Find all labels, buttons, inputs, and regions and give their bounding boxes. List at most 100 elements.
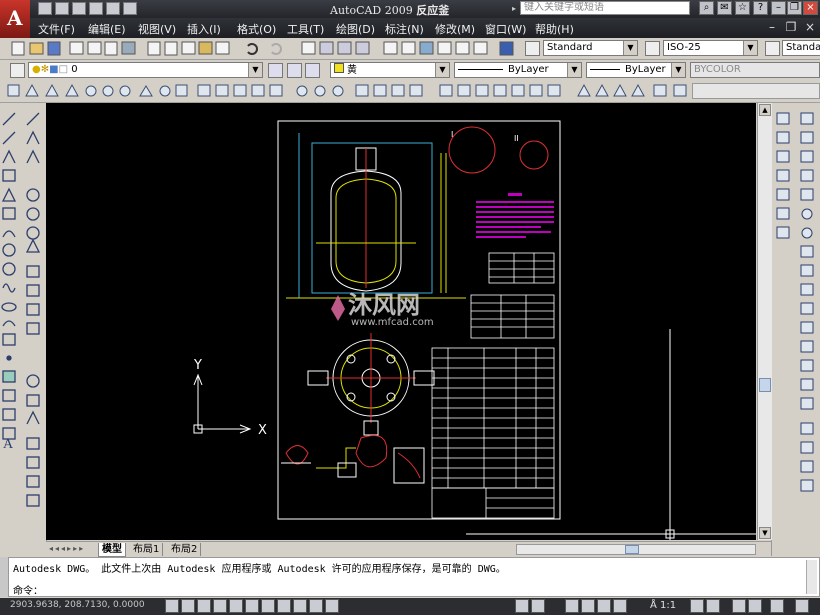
dimension-style-icon[interactable] <box>645 41 660 56</box>
favorites-icon[interactable]: ☆ <box>735 1 750 15</box>
ducs-toggle-icon[interactable] <box>261 599 275 613</box>
reactor-elevation-view <box>286 133 466 299</box>
grid-toggle-icon[interactable] <box>181 599 195 613</box>
draw-toolbar-icons[interactable]: A <box>0 108 46 518</box>
text-style-dropdown[interactable]: Standard ▼ <box>543 40 638 56</box>
dyn-toggle-icon[interactable] <box>277 599 291 613</box>
menu-tools[interactable]: 工具(T) <box>287 21 324 37</box>
text-style-icon[interactable] <box>525 41 540 56</box>
showmotion-icon[interactable] <box>613 599 627 613</box>
color-dropdown[interactable]: 黄 ▼ <box>330 62 450 78</box>
minimize-app-icon[interactable]: – <box>771 1 786 15</box>
pan-icon[interactable] <box>565 599 579 613</box>
command-window[interactable]: Autodesk DWG。 此文件上次由 Autodesk 应用程序或 Auto… <box>8 557 820 597</box>
otrack-toggle-icon[interactable] <box>245 599 259 613</box>
communication-center-icon[interactable]: ✉ <box>717 1 732 15</box>
command-scrollbar[interactable] <box>806 560 817 594</box>
lock-icon[interactable] <box>748 599 762 613</box>
layer-manager-icon[interactable] <box>10 63 25 78</box>
coordinates-readout[interactable]: 2903.9638, 208.7130, 0.0000 <box>10 600 145 610</box>
polar-toggle-icon[interactable] <box>213 599 227 613</box>
close-app-icon[interactable]: × <box>803 1 818 15</box>
tray-settings-icon[interactable] <box>770 599 784 613</box>
menu-draw[interactable]: 绘图(D) <box>336 21 375 37</box>
model-space-icon[interactable] <box>325 599 339 613</box>
close-drawing-icon[interactable]: × <box>802 20 818 34</box>
steeringwheel-icon[interactable] <box>597 599 611 613</box>
command-prompt[interactable]: 命令： <box>13 582 43 597</box>
menu-dimension[interactable]: 标注(N) <box>385 21 424 37</box>
help-icon[interactable]: ? <box>753 1 768 15</box>
search-input[interactable]: 键入关键字或短语 <box>520 1 690 15</box>
search-icon[interactable]: ⌕ <box>699 1 714 15</box>
snap-toggle-icon[interactable] <box>165 599 179 613</box>
layer-freeze-icon: ✻ <box>40 64 50 75</box>
lineweight-toggle-icon[interactable] <box>293 599 307 613</box>
scroll-up-icon[interactable]: ▲ <box>759 104 771 116</box>
drawing-canvas[interactable]: I II 沐风网 www.mfcad.com Y X <box>46 103 756 540</box>
vertical-scrollbar[interactable]: ▲ ▼ <box>757 103 772 540</box>
layout-icon[interactable] <box>531 599 545 613</box>
tab-layout1[interactable]: 布局1 <box>130 543 164 556</box>
linetype-sample <box>458 68 503 70</box>
tab-navigation-icons[interactable]: ◂◂◂▸▸▸ <box>49 544 97 555</box>
command-grip[interactable] <box>0 557 8 597</box>
menu-window[interactable]: 窗口(W) <box>485 21 526 37</box>
workspace-switch-icon[interactable] <box>732 599 746 613</box>
horizontal-scrollbar[interactable] <box>516 544 756 555</box>
menu-edit[interactable]: 编辑(E) <box>88 21 126 37</box>
osnap-toggle-icon[interactable] <box>229 599 243 613</box>
reactor-plan-view <box>307 333 435 436</box>
table-style-icon[interactable] <box>765 41 780 56</box>
drawing-content: I II 沐风网 www.mfcad.com Y X <box>193 120 756 540</box>
open-icon[interactable] <box>55 2 69 15</box>
menu-insert[interactable]: 插入(I) <box>187 21 221 37</box>
linetype-value: ByLayer <box>508 64 549 75</box>
visual-style-dropdown[interactable] <box>692 83 820 99</box>
minimize-drawing-icon[interactable]: – <box>764 20 780 34</box>
make-current-layer-icon[interactable] <box>268 63 283 78</box>
save-icon[interactable] <box>72 2 86 15</box>
restore-drawing-icon[interactable]: ❐ <box>783 20 799 34</box>
horizontal-scroll-thumb[interactable] <box>625 545 639 554</box>
tab-model[interactable]: 模型 <box>98 543 126 557</box>
menu-file[interactable]: 文件(F) <box>38 21 75 37</box>
layer-previous-icon[interactable] <box>287 63 302 78</box>
undo-icon[interactable] <box>106 2 120 15</box>
menu-modify[interactable]: 修改(M) <box>435 21 475 37</box>
standard-toolbar-icons[interactable] <box>0 38 520 59</box>
ucs-y-label: Y <box>193 358 202 373</box>
tab-layout2[interactable]: 布局2 <box>168 543 202 556</box>
linetype-dropdown[interactable]: ByLayer ▼ <box>454 62 582 78</box>
clean-screen-icon[interactable] <box>795 599 809 613</box>
3d-toolbar-icons[interactable] <box>0 81 700 102</box>
new-icon[interactable] <box>38 2 52 15</box>
menu-view[interactable]: 视图(V) <box>138 21 176 37</box>
qp-toggle-icon[interactable] <box>309 599 323 613</box>
zoom-icon[interactable] <box>581 599 595 613</box>
dimension-style-dropdown[interactable]: ISO-25 ▼ <box>663 40 758 56</box>
ortho-toggle-icon[interactable] <box>197 599 211 613</box>
detail-label-2: II <box>514 134 519 143</box>
menu-format[interactable]: 格式(O) <box>237 21 276 37</box>
model-layout-icon[interactable] <box>515 599 529 613</box>
scroll-down-icon[interactable]: ▼ <box>759 527 771 539</box>
layer-dropdown[interactable]: ●✻■□ 0 ▼ <box>28 62 263 78</box>
technical-notes-block <box>476 193 554 238</box>
menu-help[interactable]: 帮助(H) <box>535 21 574 37</box>
annotation-visibility-icon[interactable] <box>690 599 704 613</box>
layer-states-icon[interactable] <box>305 63 320 78</box>
lineweight-value: ByLayer <box>625 64 666 75</box>
redo-icon[interactable] <box>123 2 137 15</box>
lineweight-dropdown[interactable]: ByLayer ▼ <box>586 62 686 78</box>
application-logo[interactable]: A <box>0 0 30 38</box>
modify-toolbar-icons[interactable] <box>772 108 820 508</box>
scroll-thumb[interactable] <box>759 378 771 392</box>
title-app: AutoCAD 2009 <box>330 4 413 17</box>
restore-app-icon[interactable]: ❐ <box>787 1 802 15</box>
print-icon[interactable] <box>89 2 103 15</box>
auto-scale-icon[interactable] <box>706 599 720 613</box>
table-style-dropdown[interactable]: Standard <box>782 40 820 56</box>
layer-lock-icon: ■ <box>49 64 59 75</box>
annotation-scale[interactable]: Å 1:1 <box>650 600 676 611</box>
